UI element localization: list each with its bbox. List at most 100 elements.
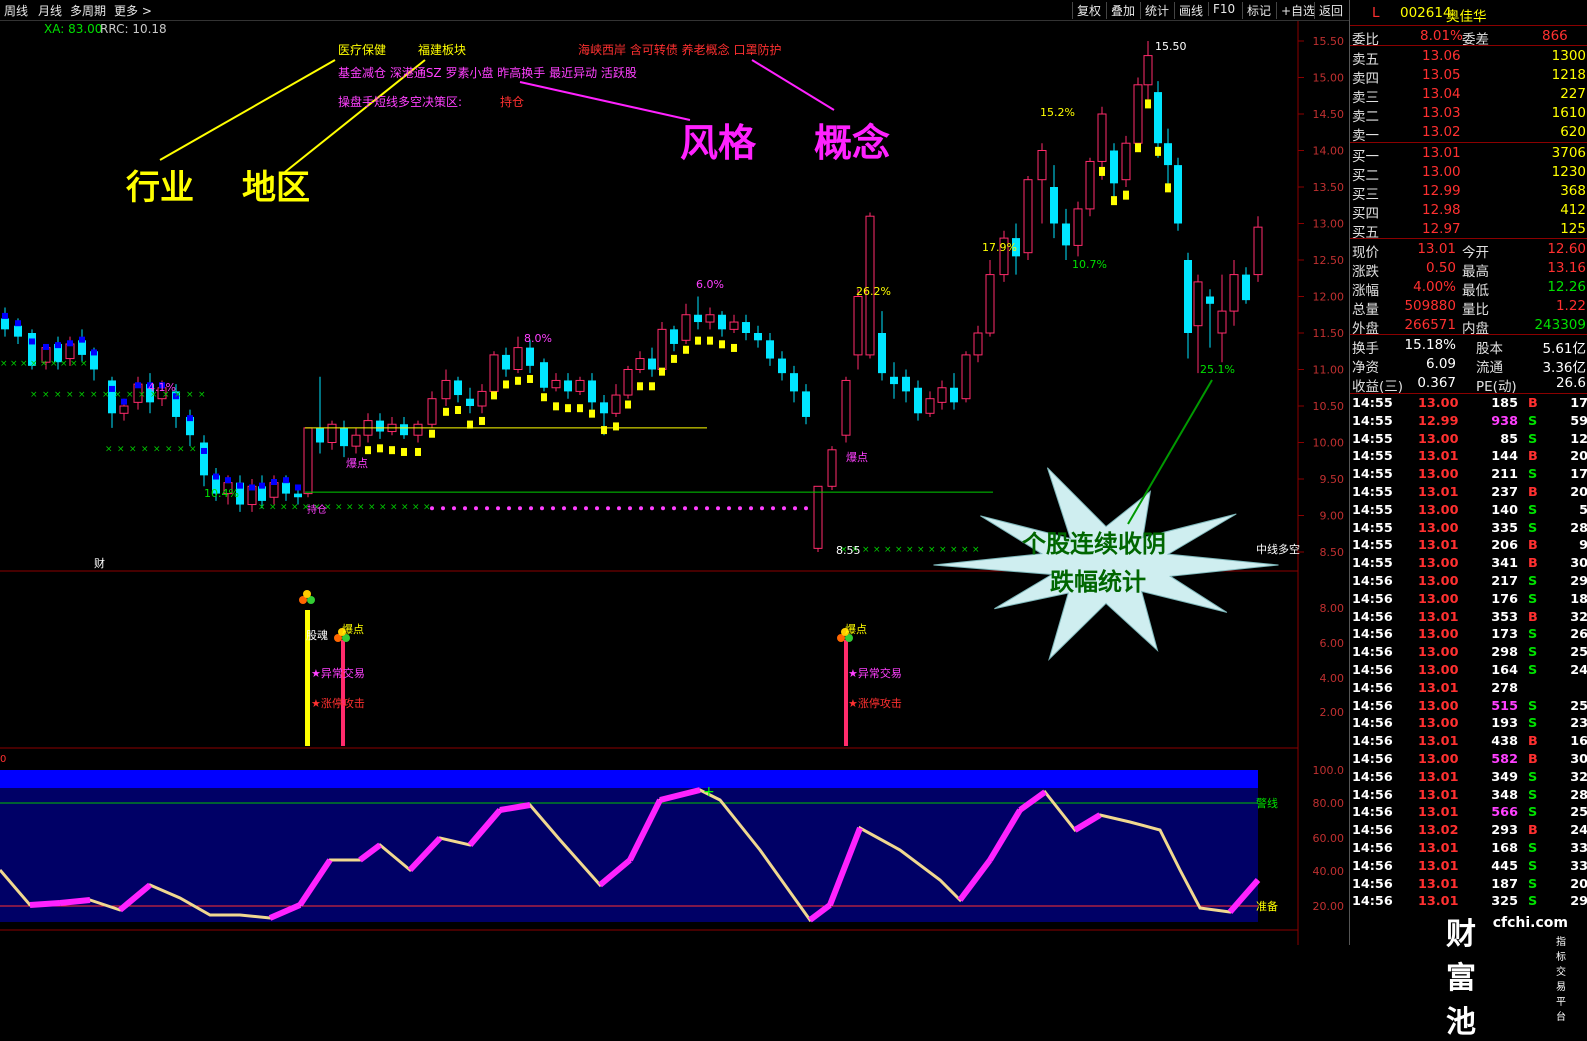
axis-tick-label: 20.00 (1313, 900, 1345, 913)
stat-value: 15.18% (1404, 337, 1456, 353)
tick-side: B (1528, 609, 1538, 625)
candle (564, 373, 572, 399)
axis-tick-label: 13.00 (1313, 218, 1345, 231)
abnormal-trade-label: ★异常交易 (848, 666, 902, 680)
x-marker: × (153, 444, 161, 454)
x-marker: × (138, 390, 146, 400)
tick-volume: 566 (1491, 805, 1518, 821)
trend-mark (565, 404, 571, 413)
x-marker: × (906, 545, 914, 555)
f10-button[interactable]: F10 (1208, 2, 1239, 16)
tick-count: 12 (1570, 431, 1587, 447)
tick-price: 13.00 (1418, 467, 1459, 483)
weekly-tab[interactable]: 周线 (4, 2, 28, 19)
ready-label: 准备 (1256, 899, 1278, 913)
signal-dot (595, 506, 599, 511)
mark-button[interactable]: 标记 (1242, 2, 1275, 19)
adjust-button[interactable]: 复权 (1072, 2, 1105, 19)
tick-volume: 293 (1491, 823, 1518, 839)
candle (551, 373, 561, 392)
ask-row[interactable]: 卖一 13.02 620 (1350, 123, 1587, 144)
ask-row[interactable]: 卖五 13.06 1300 (1350, 47, 1587, 68)
axis-tick-label: 6.00 (1320, 637, 1345, 650)
percent-label: 8.0% (524, 332, 552, 345)
trend-mark (15, 320, 21, 327)
tail-label: 中线多空 (1256, 542, 1300, 556)
axis-tick-label: 15.00 (1313, 72, 1345, 85)
candle (1062, 208, 1070, 260)
stats-button[interactable]: 统计 (1140, 2, 1173, 19)
tick-count: 33 (1570, 841, 1587, 856)
stock-code[interactable]: 002614 (1400, 5, 1452, 21)
tick-count: 28 (1570, 787, 1587, 803)
ask-price: 13.02 (1422, 124, 1461, 140)
tick-row: 14:56 13.02 293 B 24 (1350, 823, 1587, 841)
x-marker: × (873, 545, 881, 555)
trend-mark (377, 444, 383, 453)
x-marker: × (972, 545, 980, 555)
bid-volume: 412 (1560, 202, 1586, 218)
trend-mark (601, 426, 607, 435)
ask-row[interactable]: 卖三 13.04 227 (1350, 85, 1587, 106)
bid-row[interactable]: 买五 12.97 125 (1350, 220, 1587, 241)
trend-mark (365, 446, 371, 455)
axis-tick-label: 9.00 (1320, 510, 1345, 523)
candle (376, 413, 384, 439)
stock-name[interactable]: 奥佳华 (1446, 5, 1487, 25)
candle (937, 380, 947, 410)
stat-value: 266571 (1404, 317, 1456, 333)
candle (827, 446, 837, 490)
signal-dot (573, 506, 577, 511)
bid-row[interactable]: 买三 12.99 368 (1350, 182, 1587, 203)
x-marker: × (90, 390, 98, 400)
candle (611, 384, 621, 417)
axis-tick-label: 11.00 (1313, 364, 1345, 377)
tick-price: 13.01 (1418, 805, 1459, 821)
x-marker: × (20, 359, 28, 369)
high-label: 15.50 (1155, 40, 1187, 53)
ask-label: 卖四 (1352, 71, 1379, 87)
candle (1073, 201, 1083, 257)
tick-row: 14:55 13.00 85 S 12 (1350, 432, 1587, 450)
candle (108, 376, 116, 428)
draw-button[interactable]: 画线 (1174, 2, 1207, 19)
kline-chart[interactable]: 15.50 15.00 14.50 14.00 13.50 13.00 12.50 12.00… (0, 0, 1349, 945)
tick-side: S (1528, 876, 1538, 892)
add-watchlist-button[interactable]: +自选 (1276, 2, 1319, 19)
more-menu[interactable]: 更多 > (114, 2, 152, 19)
bid-row[interactable]: 买二 13.00 1230 (1350, 163, 1587, 184)
multi-period-tab[interactable]: 多周期 (70, 2, 106, 19)
candle (914, 380, 922, 421)
ask-row[interactable]: 卖二 13.03 1610 (1350, 104, 1587, 125)
tick-count: 59 (1570, 413, 1587, 429)
tick-price: 13.01 (1418, 769, 1459, 785)
tick-time: 14:55 (1352, 449, 1393, 465)
tick-row: 14:55 13.01 144 B 20 (1350, 449, 1587, 467)
back-button[interactable]: 返回 (1314, 2, 1347, 19)
candle (327, 420, 337, 450)
signal-dot (441, 506, 445, 511)
tick-side: B (1528, 538, 1538, 554)
stat-value: 13.01 (1417, 241, 1456, 257)
bid-row[interactable]: 买一 13.01 3706 (1350, 144, 1587, 165)
candle (985, 260, 995, 337)
tick-price: 13.00 (1418, 663, 1459, 678)
monthly-tab[interactable]: 月线 (38, 2, 62, 19)
bid-volume: 368 (1560, 183, 1586, 199)
ask-row[interactable]: 卖四 13.05 1218 (1350, 66, 1587, 87)
x-marker: × (401, 503, 409, 513)
candle (961, 351, 971, 403)
tick-time: 14:56 (1352, 805, 1393, 821)
tick-price: 13.01 (1418, 787, 1459, 803)
bid-row[interactable]: 买四 12.98 412 (1350, 201, 1587, 222)
signal-dot (738, 506, 742, 511)
tick-time: 14:56 (1352, 680, 1393, 696)
x-marker: × (961, 545, 969, 555)
percent-label: 15.2% (1040, 106, 1075, 119)
tick-price: 13.00 (1418, 591, 1459, 607)
candle (705, 307, 715, 330)
trend-mark (213, 473, 219, 480)
stat-row: 现价 13.01 今开 12.60 (1350, 240, 1587, 261)
overlay-button[interactable]: 叠加 (1106, 2, 1139, 19)
bid-price: 12.97 (1422, 221, 1461, 237)
